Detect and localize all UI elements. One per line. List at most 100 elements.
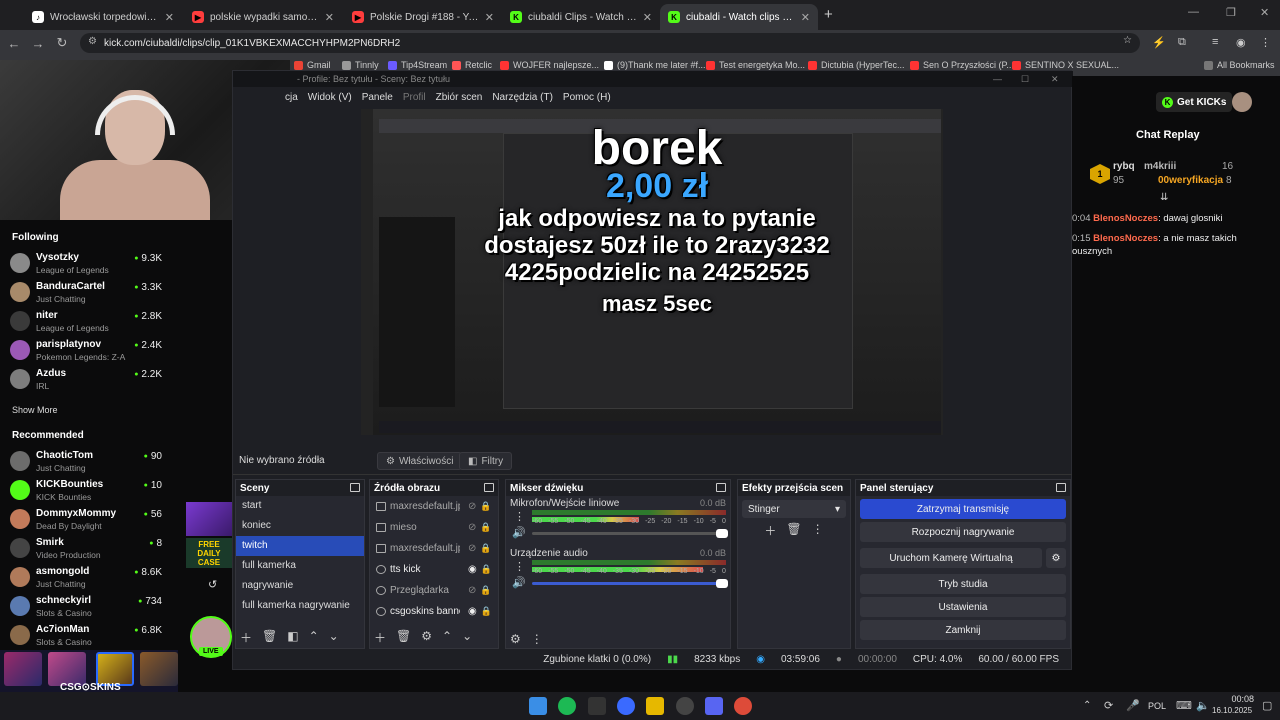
bookmark[interactable]: Tinnly — [342, 60, 379, 70]
move-up-icon[interactable]: ⌃ — [442, 629, 452, 646]
speaker-icon[interactable]: 🔊 — [512, 526, 526, 539]
url-input[interactable]: ⚙ kick.com/ciubaldi/clips/clip_01K1VBKEX… — [80, 33, 1140, 53]
history-icon[interactable]: ↺ — [208, 578, 217, 591]
bookmark[interactable]: Gmail — [294, 60, 331, 70]
obs-preview[interactable]: borek 2,00 zł jak odpowiesz na to pytani… — [361, 109, 943, 435]
start-icon[interactable] — [529, 697, 547, 715]
eye-icon[interactable]: ◉ — [468, 564, 477, 575]
lock-icon[interactable]: 🔒 — [480, 522, 491, 533]
extension-icon[interactable]: ⚡ — [1152, 36, 1166, 49]
move-up-icon[interactable]: ⌃ — [309, 629, 319, 646]
all-bookmarks[interactable]: All Bookmarks — [1204, 60, 1275, 70]
source-item[interactable]: csgoskins banne ◉ 🔒 — [370, 601, 498, 622]
maximize-icon[interactable]: ☐ — [1021, 71, 1029, 87]
close-window-icon[interactable]: ✕ — [1260, 6, 1269, 19]
discord-icon[interactable] — [705, 697, 723, 715]
undock-icon[interactable] — [484, 483, 494, 492]
close-tab-icon[interactable]: ✕ — [325, 11, 334, 24]
network-icon[interactable]: ⌨ — [1176, 699, 1192, 712]
transition-select[interactable]: Stinger ▾ — [742, 500, 846, 518]
minimize-icon[interactable]: — — [1188, 6, 1199, 18]
tray-chevron-icon[interactable]: ⌃ — [1083, 700, 1091, 711]
lock-icon[interactable]: 🔒 — [480, 585, 491, 596]
language-indicator[interactable]: POL — [1148, 701, 1166, 711]
spotify-icon[interactable] — [558, 697, 576, 715]
forward-icon[interactable]: → — [26, 36, 50, 51]
bookmark[interactable]: Tip4Stream — [388, 60, 447, 70]
channel-item[interactable]: DommyxMommy Dead By Daylight 56 — [10, 506, 162, 534]
browser-tab[interactable]: K ciubaldi Clips - Watch Live on K ✕ — [502, 4, 660, 30]
stop-streaming-button[interactable]: Zatrzymaj transmisję — [860, 499, 1066, 519]
close-tab-icon[interactable]: ✕ — [485, 11, 494, 24]
scene-item[interactable]: full kamerka — [236, 556, 364, 576]
channel-item[interactable]: KICKBounties KICK Bounties 10 — [10, 477, 162, 505]
scene-item[interactable]: nagrywanie — [236, 576, 364, 596]
bookmark[interactable]: Retclic — [452, 60, 492, 70]
channel-item[interactable]: niter League of Legends 2.8K — [10, 308, 162, 336]
epic-games-icon[interactable] — [588, 697, 606, 715]
expand-chevron-icon[interactable]: ⇊ — [1160, 192, 1168, 203]
scene-item[interactable]: koniec — [236, 516, 364, 536]
scene-item[interactable]: full kamerka nagrywanie — [236, 596, 364, 616]
bookmark-star-icon[interactable]: ☆ — [1123, 35, 1132, 46]
scene-item[interactable]: start — [236, 496, 364, 516]
browser-tab[interactable]: ▶ Polskie Drogi #188 - YouTube ✕ — [344, 4, 502, 30]
show-more-link[interactable]: Show More — [12, 405, 58, 415]
close-tab-icon[interactable]: ✕ — [165, 11, 174, 24]
gear-icon[interactable]: ⚙ — [421, 629, 432, 646]
lock-icon[interactable]: 🔒 — [481, 564, 492, 575]
mic-icon[interactable]: 🎤 — [1126, 699, 1140, 712]
site-info-icon[interactable]: ⚙ — [88, 36, 97, 47]
bookmark[interactable]: (9)Thank me later #f... — [604, 60, 706, 70]
channel-item[interactable]: parisplatynov Pokemon Legends: Z-A 2.4K — [10, 337, 162, 365]
scene-item-selected[interactable]: twitch — [236, 536, 364, 556]
menu-item-tools[interactable]: Narzędzia (T) — [492, 92, 553, 103]
add-icon[interactable]: ＋ — [240, 629, 252, 646]
bookmark[interactable]: WOJFER najlepsze... — [500, 60, 599, 70]
sponsor-banner[interactable]: CSG⊙SKINS — [0, 650, 178, 693]
maximize-icon[interactable]: ❐ — [1226, 6, 1236, 19]
hidden-eye-icon[interactable]: ⊘ — [468, 543, 476, 554]
menu-item[interactable]: cja — [285, 92, 298, 103]
media-icon[interactable]: ≡ — [1212, 36, 1218, 48]
volume-slider[interactable] — [532, 579, 728, 588]
bookmark[interactable]: Test energetyka Mo... — [706, 60, 805, 70]
filter-icon[interactable]: ◧ — [287, 629, 298, 646]
source-item[interactable]: maxresdefault.jp ⊘ 🔒 — [370, 496, 498, 517]
hidden-eye-icon[interactable]: ⊘ — [468, 501, 476, 512]
source-item[interactable]: mieso ⊘ 🔒 — [370, 517, 498, 538]
menu-item-scene-collection[interactable]: Zbiór scen — [436, 92, 483, 103]
menu-item-view[interactable]: Widok (V) — [308, 92, 352, 103]
browser-tab[interactable]: ♪ Wrocławski torpedowiec. #zony ✕ — [24, 4, 182, 30]
start-recording-button[interactable]: Rozpocznij nagrywanie — [860, 522, 1066, 542]
bookmark[interactable]: Sen O Przyszłości (P... — [910, 60, 1014, 70]
trash-icon[interactable]: 🗑 — [396, 629, 411, 646]
menu-dots-icon[interactable]: ⋮ — [531, 632, 543, 646]
close-tab-icon[interactable]: ✕ — [643, 11, 652, 24]
extensions-puzzle-icon[interactable]: ⧉ — [1178, 36, 1186, 49]
lock-icon[interactable]: 🔒 — [480, 543, 491, 554]
bookmark[interactable]: Dictubia (HyperTec... — [808, 60, 905, 70]
channel-item[interactable]: Ac7ionMan Slots & Casino 6.8K — [10, 622, 162, 650]
gear-icon[interactable]: ⚙ — [510, 632, 521, 646]
studio-mode-button[interactable]: Tryb studia — [860, 574, 1066, 594]
lock-icon[interactable]: 🔒 — [481, 606, 492, 617]
channel-item[interactable]: Azdus IRL 2.2K — [10, 366, 162, 394]
menu-item-docks[interactable]: Panele — [362, 92, 393, 103]
virtual-camera-button[interactable]: Uruchom Kamerę Wirtualną — [860, 548, 1042, 568]
channel-item[interactable]: ChaoticTom Just Chatting 90 — [10, 448, 162, 476]
folder-icon[interactable] — [646, 697, 664, 715]
chrome-icon[interactable] — [734, 697, 752, 715]
channel-menu-icon[interactable]: ⋮ — [514, 510, 525, 523]
channel-item[interactable]: Vysotzky League of Legends 9.3K — [10, 250, 162, 278]
minimize-icon[interactable]: — — [993, 71, 1002, 87]
clock-date[interactable]: 16.10.2025 — [1212, 706, 1252, 715]
hidden-eye-icon[interactable]: ⊘ — [468, 585, 476, 596]
move-down-icon[interactable]: ⌄ — [462, 629, 472, 646]
bookmark[interactable]: SENTINO X SEXUAL... — [1012, 60, 1119, 70]
lock-icon[interactable]: 🔒 — [480, 501, 491, 512]
add-icon[interactable]: ＋ — [374, 629, 386, 646]
close-icon[interactable]: ✕ — [1051, 71, 1059, 87]
volume-slider[interactable] — [532, 529, 728, 538]
eye-icon[interactable]: ◉ — [468, 606, 477, 617]
